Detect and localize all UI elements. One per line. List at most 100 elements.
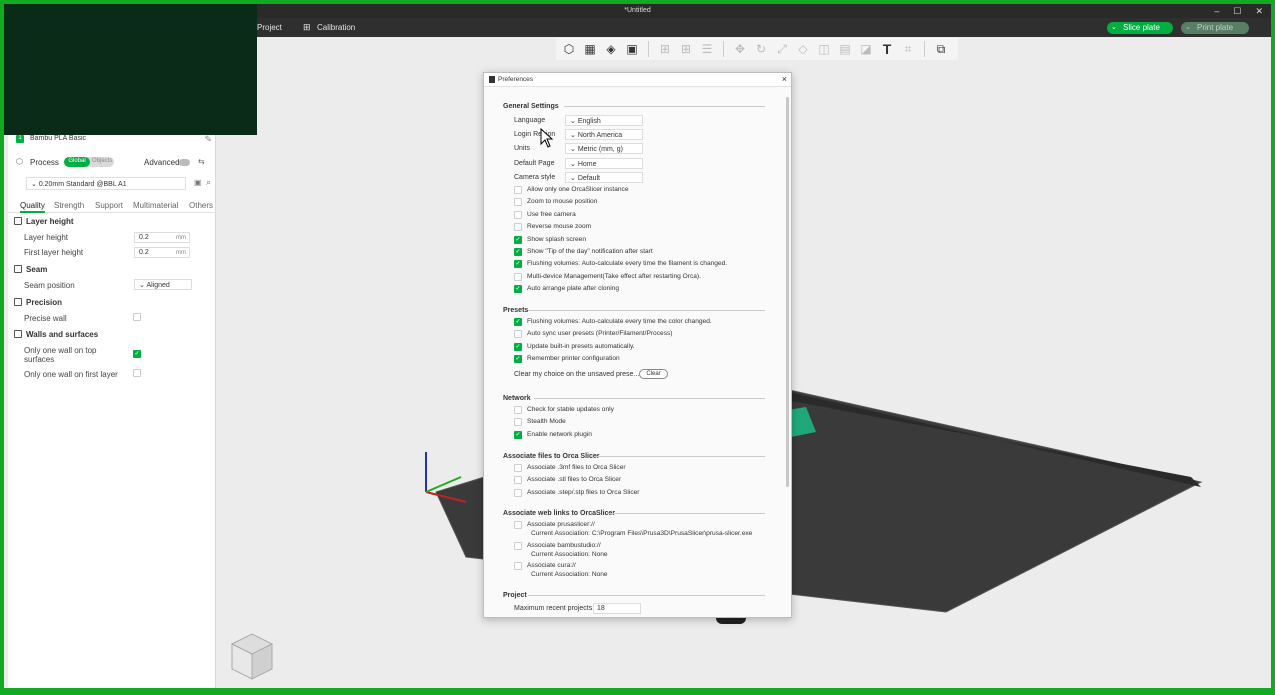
tab-others[interactable]: Others — [189, 201, 213, 210]
seam-position-select[interactable]: ⌄ Aligned — [134, 279, 192, 290]
language-select[interactable]: ⌄ English — [565, 115, 643, 126]
menu-project[interactable]: Project — [257, 23, 282, 32]
chevron-down-icon[interactable]: ⌄ — [1111, 23, 1117, 31]
general-label: Allow only one OrcaSlicer instance — [527, 186, 629, 193]
menu-calibration[interactable]: Calibration — [317, 23, 355, 32]
assoc-link-label: Associate cura:// — [527, 562, 576, 569]
assoc-link-checkbox[interactable] — [514, 541, 522, 550]
one-wall-top-checkbox[interactable]: ✓ — [133, 350, 141, 358]
presets-checkbox[interactable]: ✓ — [514, 354, 522, 363]
dialog-title: Preferences — [498, 76, 534, 83]
viewport-toolbar: ⬡ ▦ ◈ ▣ ⊞ ⊞ ☰ ✥ ↻ ⤢ ◇ ◫ ▤ ◪ T ⌗ ⧉ — [556, 38, 958, 60]
general-label: Show splash screen — [527, 235, 587, 243]
minimize-icon[interactable]: – — [1214, 6, 1219, 17]
presets-checkbox[interactable] — [514, 330, 522, 339]
general-checkbox[interactable] — [514, 272, 522, 281]
variable-height-icon[interactable]: ⧉ — [932, 40, 950, 58]
assoc-file-checkbox[interactable] — [514, 464, 522, 472]
network-checkbox[interactable] — [514, 406, 522, 414]
assembly-icon[interactable]: ⌗ — [899, 40, 917, 58]
arrange-icon[interactable]: ▣ — [623, 40, 641, 58]
max-recent-input[interactable]: 18 — [593, 603, 641, 614]
seam-paint-icon[interactable]: ◪ — [857, 40, 875, 58]
chevron-down-icon[interactable]: ⌄ — [1185, 23, 1191, 31]
login-region-select[interactable]: ⌄ North America — [565, 129, 643, 140]
view-cube-icon[interactable] — [222, 629, 282, 688]
advanced-label: Advanced — [144, 158, 180, 167]
split-objects-icon[interactable]: ⊞ — [656, 40, 674, 58]
presets-checkbox[interactable]: ✓ — [514, 342, 522, 351]
advanced-toggle[interactable] — [179, 159, 190, 166]
close-icon[interactable]: × — [782, 74, 787, 84]
general-checkbox[interactable]: ✓ — [514, 235, 522, 244]
assoc-file-checkbox[interactable] — [514, 476, 522, 485]
support-paint-icon[interactable]: ▤ — [836, 40, 854, 58]
close-icon[interactable]: ✕ — [1255, 6, 1263, 17]
lay-on-face-icon[interactable]: ◇ — [794, 40, 812, 58]
toggle-global[interactable]: Global — [64, 157, 90, 167]
app-logo-icon — [489, 76, 495, 83]
general-checkbox[interactable]: ✓ — [514, 248, 522, 256]
general-label: Multi-device Management(Take effect afte… — [527, 272, 701, 280]
search-icon[interactable]: ⌕ — [206, 177, 211, 188]
seam-icon — [14, 265, 22, 273]
presets-checkbox[interactable]: ✓ — [514, 318, 522, 326]
section-assoc-links: Associate web links to OrcaSlicer — [503, 510, 616, 517]
settings-sidebar: 1 Bambu PLA Basic ✎ ⬡ Process Global Obj… — [8, 131, 216, 688]
add-cube-icon[interactable]: ⬡ — [560, 40, 578, 58]
layer-height-input[interactable]: 0.2 mm — [134, 232, 190, 243]
default-page-select[interactable]: ⌄ Home — [565, 158, 643, 169]
orient-icon[interactable]: ◈ — [602, 40, 620, 58]
assoc-link-checkbox[interactable] — [514, 521, 522, 529]
clear-button[interactable]: Clear — [639, 369, 668, 379]
dialog-scrollbar[interactable] — [786, 97, 789, 487]
network-checkbox[interactable] — [514, 418, 522, 427]
assoc-link-checkbox[interactable] — [514, 562, 522, 570]
rotate-icon[interactable]: ↻ — [752, 40, 770, 58]
layer-height-label: Layer height — [24, 233, 69, 242]
move-icon[interactable]: ✥ — [731, 40, 749, 58]
tab-strength[interactable]: Strength — [54, 201, 84, 210]
assoc-file-checkbox[interactable] — [514, 488, 522, 497]
compare-icon[interactable]: ⇆ — [198, 157, 205, 166]
camera-style-select[interactable]: ⌄ Default — [565, 172, 643, 183]
tab-support[interactable]: Support — [95, 201, 123, 210]
tab-quality[interactable]: Quality — [20, 201, 45, 213]
grid-icon[interactable]: ▦ — [581, 40, 599, 58]
precise-wall-label: Precise wall — [24, 314, 67, 323]
general-checkbox[interactable] — [514, 198, 522, 207]
tab-multimaterial[interactable]: Multimaterial — [133, 201, 178, 210]
general-checkbox[interactable] — [514, 223, 522, 232]
global-objects-toggle[interactable]: Global Objects — [64, 157, 114, 167]
general-checkbox[interactable] — [514, 210, 522, 219]
maximize-icon[interactable]: ☐ — [1233, 6, 1241, 17]
layers-icon[interactable]: ☰ — [698, 40, 716, 58]
preferences-dialog: Preferences × General Settings Language … — [483, 72, 792, 618]
presets-label: Auto sync user presets (Printer/Filament… — [527, 330, 673, 338]
save-icon[interactable]: ▣ — [194, 178, 202, 187]
split-parts-icon[interactable]: ⊞ — [677, 40, 695, 58]
general-label: Reverse mouse zoom — [527, 223, 592, 231]
general-checkbox[interactable] — [514, 186, 522, 194]
print-plate-button[interactable]: ⌄ Print plate — [1181, 22, 1249, 34]
text-icon[interactable]: T — [878, 40, 896, 58]
one-wall-top-label-line2: surfaces — [24, 355, 55, 364]
filament-name[interactable]: Bambu PLA Basic — [30, 135, 86, 142]
scale-icon[interactable]: ⤢ — [773, 40, 791, 58]
section-network: Network — [503, 395, 531, 402]
general-label: Show "Tip of the day" notification after… — [527, 248, 653, 255]
slice-plate-button[interactable]: ⌄ Slice plate — [1107, 22, 1173, 34]
general-checkbox[interactable]: ✓ — [514, 260, 522, 269]
edit-icon[interactable]: ✎ — [204, 134, 212, 145]
one-wall-first-checkbox[interactable] — [133, 369, 141, 377]
general-checkbox[interactable]: ✓ — [514, 285, 522, 294]
units-select[interactable]: ⌄ Metric (mm, g) — [565, 143, 643, 154]
cut-icon[interactable]: ◫ — [815, 40, 833, 58]
precise-wall-checkbox[interactable] — [133, 313, 141, 321]
walls-icon — [14, 330, 22, 338]
toggle-objects[interactable]: Objects — [92, 158, 112, 164]
presets-label: Remember printer configuration — [527, 354, 620, 362]
process-preset-select[interactable]: ⌄ 0.20mm Standard @BBL A1 — [26, 177, 186, 190]
first-layer-height-input[interactable]: 0.2 mm — [134, 247, 190, 258]
network-checkbox[interactable]: ✓ — [514, 430, 522, 439]
